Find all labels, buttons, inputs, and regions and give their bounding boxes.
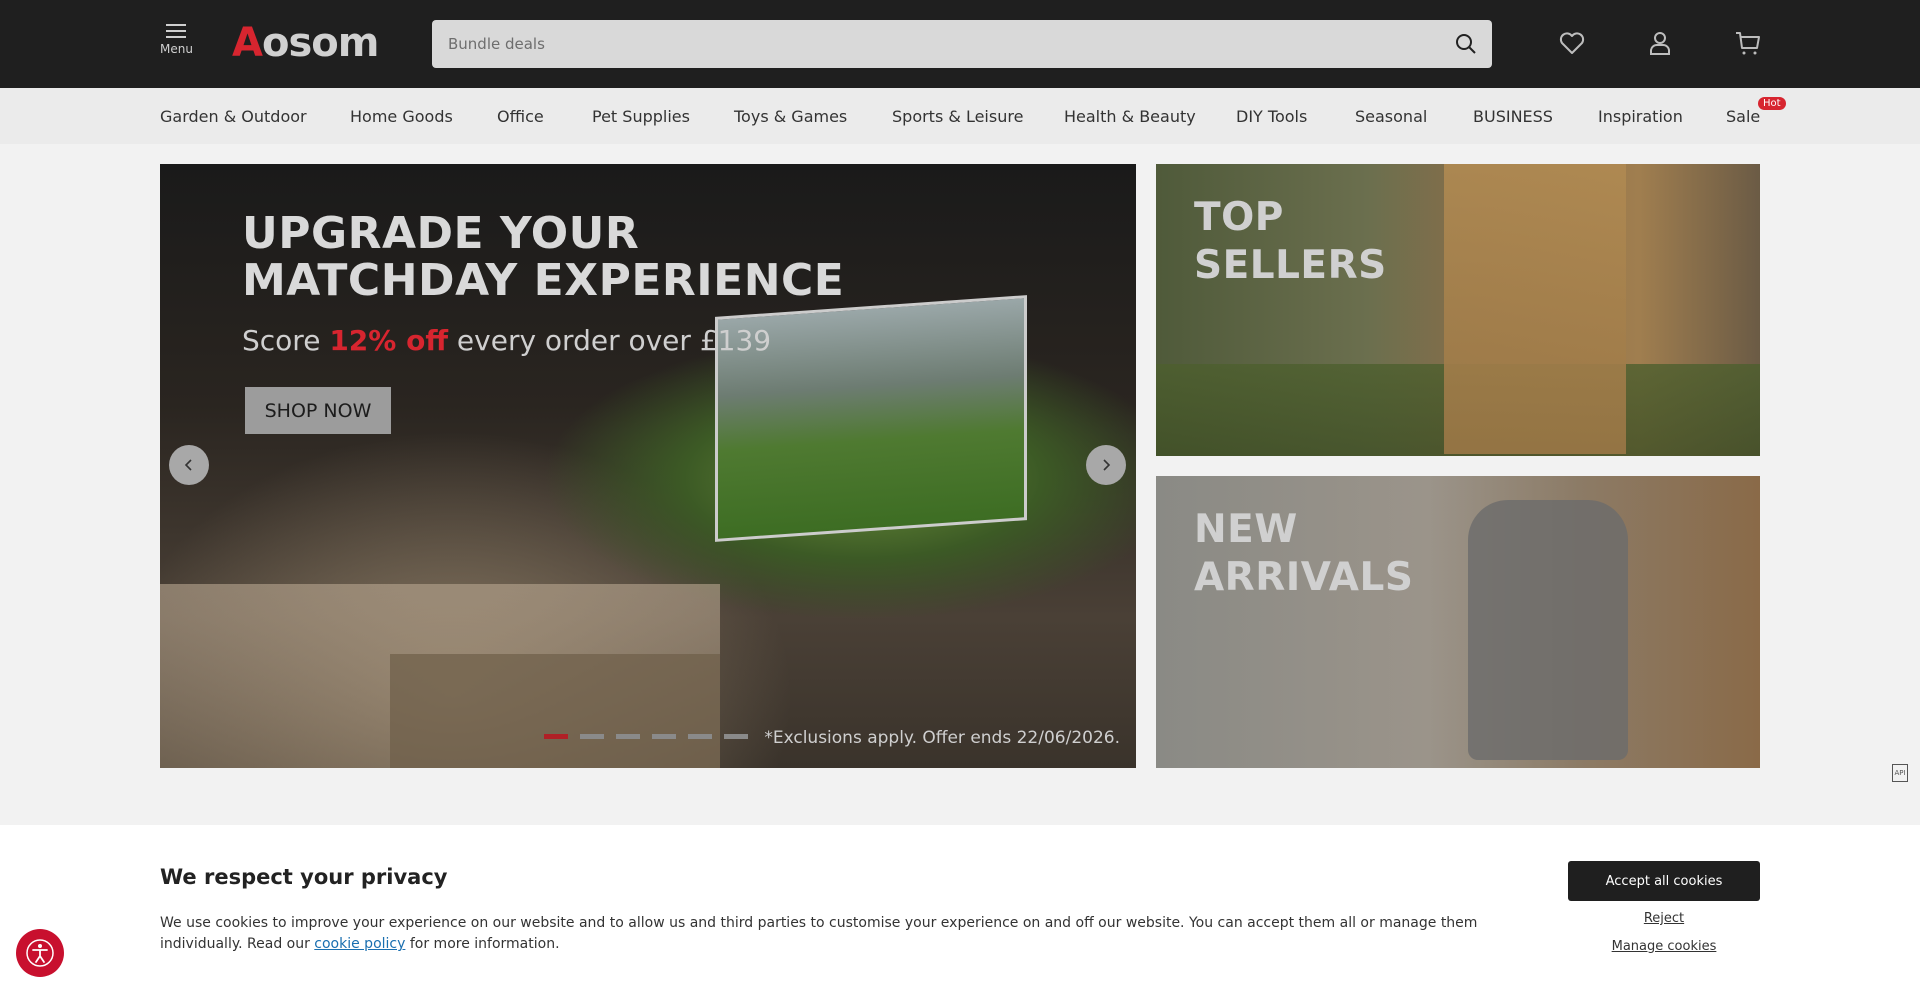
nav-item-business[interactable]: BUSINESS bbox=[1473, 107, 1553, 126]
hero-carousel[interactable]: UPGRADE YOUR MATCHDAY EXPERIENCE Score 1… bbox=[160, 164, 1136, 768]
chevron-left-icon bbox=[184, 459, 192, 471]
cookie-title: We respect your privacy bbox=[160, 865, 448, 889]
office-chair-image bbox=[1468, 500, 1628, 760]
hot-badge: Hot bbox=[1758, 97, 1786, 110]
cookie-consent-banner: We respect your privacy We use cookies t… bbox=[0, 825, 1920, 993]
accessibility-icon bbox=[26, 939, 54, 967]
search-icon[interactable] bbox=[1454, 32, 1478, 56]
nav-item-diy-tools[interactable]: DIY Tools bbox=[1236, 107, 1307, 126]
carousel-dot[interactable] bbox=[616, 734, 640, 739]
nav-item-toys-games[interactable]: Toys & Games bbox=[734, 107, 847, 126]
new-arrivals-title: NEW ARRIVALS bbox=[1194, 507, 1414, 600]
carousel-next-button[interactable] bbox=[1086, 445, 1126, 485]
carousel-dot[interactable] bbox=[652, 734, 676, 739]
offer-exclusions-note: *Exclusions apply. Offer ends 22/06/2026… bbox=[764, 728, 1120, 748]
accept-all-cookies-button[interactable]: Accept all cookies bbox=[1568, 861, 1760, 901]
accessibility-button[interactable] bbox=[16, 929, 64, 977]
nav-item-pet-supplies[interactable]: Pet Supplies bbox=[592, 107, 690, 126]
hero-title: UPGRADE YOUR MATCHDAY EXPERIENCE bbox=[242, 208, 845, 306]
carousel-dot[interactable] bbox=[688, 734, 712, 739]
search-bar bbox=[432, 20, 1492, 68]
carousel-dot[interactable] bbox=[544, 734, 568, 739]
chevron-right-icon bbox=[1103, 459, 1111, 471]
heart-icon[interactable] bbox=[1557, 28, 1587, 58]
nav-item-home-goods[interactable]: Home Goods bbox=[350, 107, 453, 126]
hamburger-icon bbox=[166, 22, 186, 38]
nav-item-seasonal[interactable]: Seasonal bbox=[1355, 107, 1427, 126]
carousel-dot[interactable] bbox=[580, 734, 604, 739]
nav-item-office[interactable]: Office bbox=[497, 107, 544, 126]
menu-button[interactable]: Menu bbox=[160, 22, 193, 56]
nav-item-garden-outdoor[interactable]: Garden & Outdoor bbox=[160, 107, 307, 126]
cookie-description: We use cookies to improve your experienc… bbox=[160, 915, 1478, 952]
carousel-dot[interactable] bbox=[724, 734, 748, 739]
shop-now-button[interactable]: SHOP NOW bbox=[245, 387, 391, 434]
top-sellers-banner[interactable]: TOP SELLERS bbox=[1156, 164, 1760, 456]
nav-item-sports-leisure[interactable]: Sports & Leisure bbox=[892, 107, 1023, 126]
reject-cookies-link[interactable]: Reject bbox=[1568, 911, 1760, 926]
carousel-prev-button[interactable] bbox=[169, 445, 209, 485]
aosom-logo[interactable]: Aosom bbox=[232, 20, 379, 66]
api-icon[interactable]: API bbox=[1892, 764, 1908, 782]
menu-label: Menu bbox=[160, 42, 193, 56]
cart-icon[interactable] bbox=[1733, 28, 1763, 58]
user-icon[interactable] bbox=[1645, 28, 1675, 58]
new-arrivals-banner[interactable]: NEW ARRIVALS bbox=[1156, 476, 1760, 768]
search-input[interactable] bbox=[432, 20, 1432, 68]
wooden-shed-image bbox=[1444, 164, 1626, 454]
manage-cookies-link[interactable]: Manage cookies bbox=[1568, 939, 1760, 954]
hero-table-image bbox=[390, 654, 720, 768]
cookie-policy-link[interactable]: cookie policy bbox=[314, 936, 405, 952]
site-header: Menu Aosom bbox=[0, 0, 1920, 88]
nav-item-health-beauty[interactable]: Health & Beauty bbox=[1064, 107, 1196, 126]
nav-item-inspiration[interactable]: Inspiration bbox=[1598, 107, 1683, 126]
top-sellers-title: TOP SELLERS bbox=[1194, 195, 1387, 288]
hero-subtitle: Score 12% off every order over £139 bbox=[242, 324, 772, 357]
category-nav: Garden & Outdoor Home Goods Office Pet S… bbox=[0, 88, 1920, 144]
nav-item-sale[interactable]: Sale bbox=[1726, 107, 1760, 126]
